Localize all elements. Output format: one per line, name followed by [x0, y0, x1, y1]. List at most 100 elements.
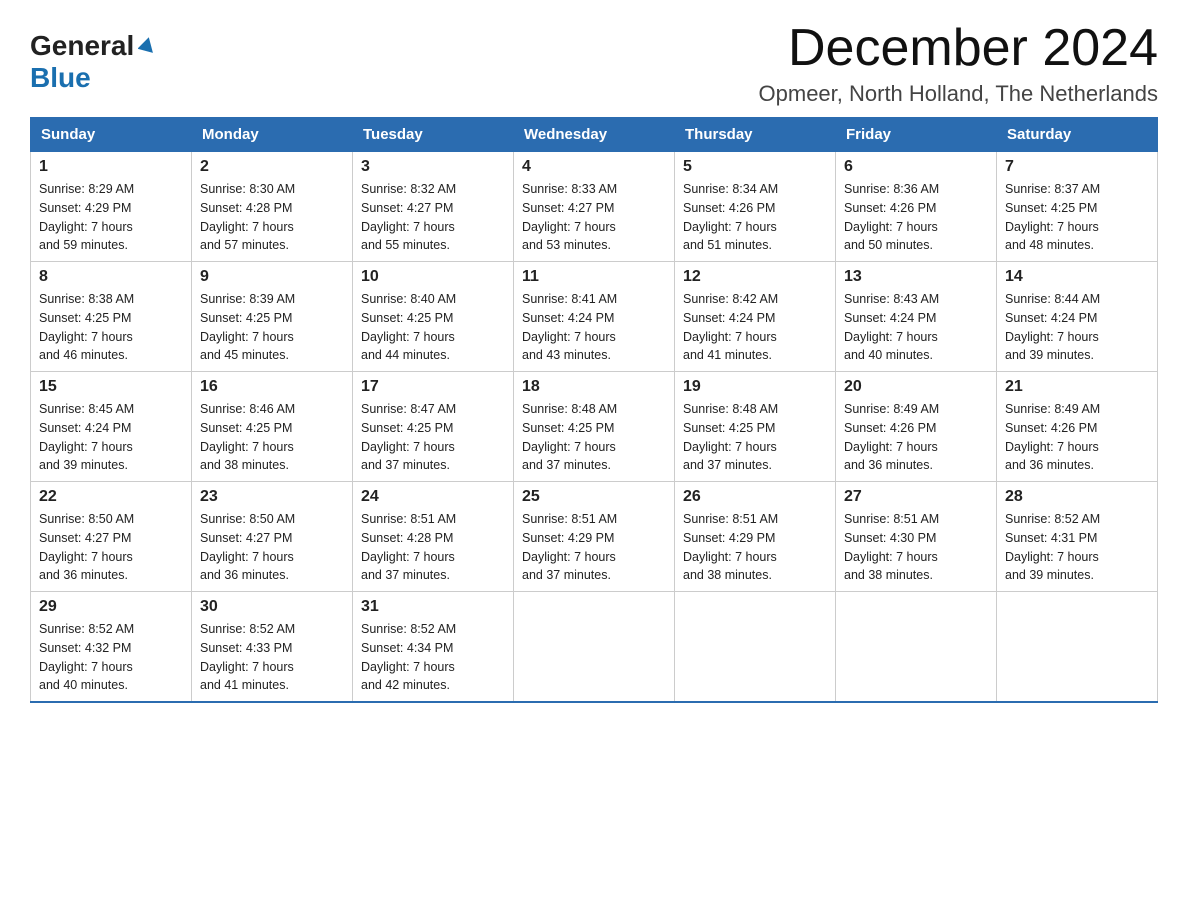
- table-row: 10 Sunrise: 8:40 AMSunset: 4:25 PMDayligh…: [353, 262, 514, 372]
- calendar-week-row: 8 Sunrise: 8:38 AMSunset: 4:25 PMDaylight…: [31, 262, 1158, 372]
- day-info: Sunrise: 8:48 AMSunset: 4:25 PMDaylight:…: [683, 400, 827, 475]
- day-info: Sunrise: 8:30 AMSunset: 4:28 PMDaylight:…: [200, 180, 344, 255]
- day-number: 2: [200, 158, 344, 176]
- day-number: 20: [844, 378, 988, 396]
- day-number: 16: [200, 378, 344, 396]
- table-row: 22 Sunrise: 8:50 AMSunset: 4:27 PMDayligh…: [31, 482, 192, 592]
- table-row: 9 Sunrise: 8:39 AMSunset: 4:25 PMDaylight…: [192, 262, 353, 372]
- table-row: [836, 592, 997, 703]
- day-info: Sunrise: 8:37 AMSunset: 4:25 PMDaylight:…: [1005, 180, 1149, 255]
- day-number: 5: [683, 158, 827, 176]
- day-number: 24: [361, 488, 505, 506]
- day-info: Sunrise: 8:47 AMSunset: 4:25 PMDaylight:…: [361, 400, 505, 475]
- location-subtitle: Opmeer, North Holland, The Netherlands: [759, 81, 1158, 107]
- col-saturday: Saturday: [997, 118, 1158, 152]
- calendar-table: Sunday Monday Tuesday Wednesday Thursday…: [30, 117, 1158, 703]
- day-info: Sunrise: 8:40 AMSunset: 4:25 PMDaylight:…: [361, 290, 505, 365]
- day-number: 15: [39, 378, 183, 396]
- table-row: 29Sunrise: 8:52 AMSunset: 4:32 PMDayligh…: [31, 592, 192, 703]
- day-number: 27: [844, 488, 988, 506]
- table-row: 15 Sunrise: 8:45 AMSunset: 4:24 PMDayligh…: [31, 372, 192, 482]
- day-number: 17: [361, 378, 505, 396]
- day-info: Sunrise: 8:50 AMSunset: 4:27 PMDaylight:…: [200, 510, 344, 585]
- day-number: 9: [200, 268, 344, 286]
- col-monday: Monday: [192, 118, 353, 152]
- day-info: Sunrise: 8:50 AMSunset: 4:27 PMDaylight:…: [39, 510, 183, 585]
- day-number: 18: [522, 378, 666, 396]
- table-row: 23 Sunrise: 8:50 AMSunset: 4:27 PMDayligh…: [192, 482, 353, 592]
- day-number: 1: [39, 158, 183, 176]
- table-row: [997, 592, 1158, 703]
- day-info: Sunrise: 8:34 AMSunset: 4:26 PMDaylight:…: [683, 180, 827, 255]
- col-tuesday: Tuesday: [353, 118, 514, 152]
- table-row: 21Sunrise: 8:49 AMSunset: 4:26 PMDayligh…: [997, 372, 1158, 482]
- day-info: Sunrise: 8:41 AMSunset: 4:24 PMDaylight:…: [522, 290, 666, 365]
- day-number: 10: [361, 268, 505, 286]
- table-row: 12 Sunrise: 8:42 AMSunset: 4:24 PMDayligh…: [675, 262, 836, 372]
- col-thursday: Thursday: [675, 118, 836, 152]
- table-row: 6Sunrise: 8:36 AMSunset: 4:26 PMDaylight…: [836, 152, 997, 262]
- table-row: 20 Sunrise: 8:49 AMSunset: 4:26 PMDayligh…: [836, 372, 997, 482]
- table-row: 18Sunrise: 8:48 AMSunset: 4:25 PMDayligh…: [514, 372, 675, 482]
- table-row: [675, 592, 836, 703]
- page-header: General Blue December 2024 Opmeer, North…: [30, 20, 1158, 107]
- day-number: 4: [522, 158, 666, 176]
- logo-triangle-icon: [138, 35, 156, 58]
- day-info: Sunrise: 8:39 AMSunset: 4:25 PMDaylight:…: [200, 290, 344, 365]
- day-info: Sunrise: 8:51 AMSunset: 4:30 PMDaylight:…: [844, 510, 988, 585]
- day-info: Sunrise: 8:52 AMSunset: 4:31 PMDaylight:…: [1005, 510, 1149, 585]
- calendar-week-row: 22 Sunrise: 8:50 AMSunset: 4:27 PMDayligh…: [31, 482, 1158, 592]
- logo-blue: Blue: [30, 62, 91, 93]
- day-number: 23: [200, 488, 344, 506]
- day-info: Sunrise: 8:51 AMSunset: 4:28 PMDaylight:…: [361, 510, 505, 585]
- logo-general: General: [30, 30, 134, 62]
- month-year-title: December 2024: [759, 20, 1158, 77]
- day-info: Sunrise: 8:32 AMSunset: 4:27 PMDaylight:…: [361, 180, 505, 255]
- day-info: Sunrise: 8:38 AMSunset: 4:25 PMDaylight:…: [39, 290, 183, 365]
- col-friday: Friday: [836, 118, 997, 152]
- day-info: Sunrise: 8:52 AMSunset: 4:34 PMDaylight:…: [361, 620, 505, 695]
- table-row: 28Sunrise: 8:52 AMSunset: 4:31 PMDayligh…: [997, 482, 1158, 592]
- day-number: 25: [522, 488, 666, 506]
- table-row: 8 Sunrise: 8:38 AMSunset: 4:25 PMDaylight…: [31, 262, 192, 372]
- day-number: 3: [361, 158, 505, 176]
- table-row: 19Sunrise: 8:48 AMSunset: 4:25 PMDayligh…: [675, 372, 836, 482]
- table-row: 4 Sunrise: 8:33 AMSunset: 4:27 PMDaylight…: [514, 152, 675, 262]
- day-number: 8: [39, 268, 183, 286]
- table-row: 7 Sunrise: 8:37 AMSunset: 4:25 PMDaylight…: [997, 152, 1158, 262]
- day-number: 12: [683, 268, 827, 286]
- table-row: 2 Sunrise: 8:30 AMSunset: 4:28 PMDaylight…: [192, 152, 353, 262]
- logo: General Blue: [30, 30, 156, 94]
- day-info: Sunrise: 8:51 AMSunset: 4:29 PMDaylight:…: [522, 510, 666, 585]
- table-row: 11 Sunrise: 8:41 AMSunset: 4:24 PMDayligh…: [514, 262, 675, 372]
- day-info: Sunrise: 8:49 AMSunset: 4:26 PMDaylight:…: [844, 400, 988, 475]
- day-number: 13: [844, 268, 988, 286]
- day-info: Sunrise: 8:42 AMSunset: 4:24 PMDaylight:…: [683, 290, 827, 365]
- table-row: 16 Sunrise: 8:46 AMSunset: 4:25 PMDayligh…: [192, 372, 353, 482]
- table-row: 24 Sunrise: 8:51 AMSunset: 4:28 PMDayligh…: [353, 482, 514, 592]
- day-number: 22: [39, 488, 183, 506]
- day-info: Sunrise: 8:46 AMSunset: 4:25 PMDaylight:…: [200, 400, 344, 475]
- table-row: 26Sunrise: 8:51 AMSunset: 4:29 PMDayligh…: [675, 482, 836, 592]
- calendar-header-row: Sunday Monday Tuesday Wednesday Thursday…: [31, 118, 1158, 152]
- day-info: Sunrise: 8:52 AMSunset: 4:33 PMDaylight:…: [200, 620, 344, 695]
- table-row: [514, 592, 675, 703]
- day-info: Sunrise: 8:29 AMSunset: 4:29 PMDaylight:…: [39, 180, 183, 255]
- col-wednesday: Wednesday: [514, 118, 675, 152]
- day-number: 6: [844, 158, 988, 176]
- day-number: 31: [361, 598, 505, 616]
- day-number: 14: [1005, 268, 1149, 286]
- calendar-week-row: 29Sunrise: 8:52 AMSunset: 4:32 PMDayligh…: [31, 592, 1158, 703]
- day-info: Sunrise: 8:45 AMSunset: 4:24 PMDaylight:…: [39, 400, 183, 475]
- day-number: 11: [522, 268, 666, 286]
- table-row: 27 Sunrise: 8:51 AMSunset: 4:30 PMDayligh…: [836, 482, 997, 592]
- table-row: 14Sunrise: 8:44 AMSunset: 4:24 PMDayligh…: [997, 262, 1158, 372]
- calendar-week-row: 1 Sunrise: 8:29 AMSunset: 4:29 PMDaylight…: [31, 152, 1158, 262]
- day-number: 7: [1005, 158, 1149, 176]
- table-row: 3 Sunrise: 8:32 AMSunset: 4:27 PMDaylight…: [353, 152, 514, 262]
- day-number: 26: [683, 488, 827, 506]
- calendar-week-row: 15 Sunrise: 8:45 AMSunset: 4:24 PMDayligh…: [31, 372, 1158, 482]
- table-row: 25 Sunrise: 8:51 AMSunset: 4:29 PMDayligh…: [514, 482, 675, 592]
- day-info: Sunrise: 8:33 AMSunset: 4:27 PMDaylight:…: [522, 180, 666, 255]
- table-row: 17 Sunrise: 8:47 AMSunset: 4:25 PMDayligh…: [353, 372, 514, 482]
